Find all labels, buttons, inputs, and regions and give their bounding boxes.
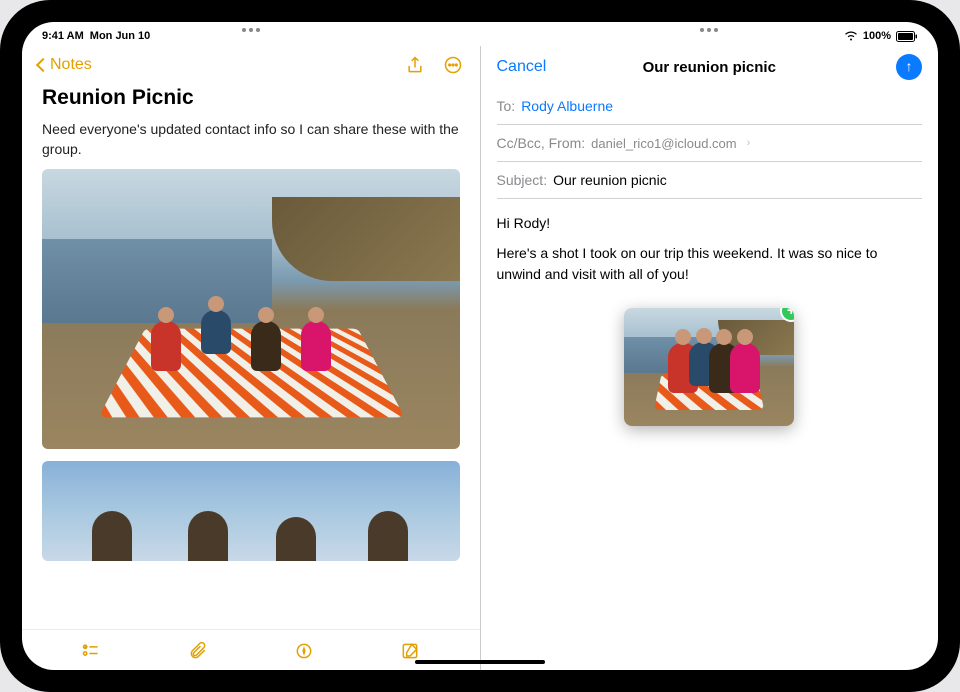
from-email: daniel_rico1@icloud.com	[591, 136, 736, 151]
checklist-button[interactable]	[80, 640, 102, 662]
notes-toolbar	[22, 629, 480, 670]
note-title: Reunion Picnic	[42, 86, 460, 110]
mail-fields: To: Rody Albuerne Cc/Bcc, From: daniel_r…	[481, 88, 939, 199]
share-button[interactable]	[404, 54, 426, 76]
back-label: Notes	[50, 56, 92, 74]
home-indicator[interactable]	[415, 660, 545, 664]
battery-percent: 100%	[863, 30, 891, 42]
mail-title: Our reunion picnic	[643, 59, 776, 76]
chevron-left-icon	[36, 58, 50, 72]
subject-field[interactable]: Subject: Our reunion picnic	[497, 162, 923, 199]
markup-button[interactable]	[293, 640, 315, 662]
ccbcc-label: Cc/Bcc, From:	[497, 135, 586, 151]
multitask-control-right[interactable]	[700, 28, 718, 32]
to-label: To:	[497, 98, 516, 114]
to-recipient[interactable]: Rody Albuerne	[521, 98, 613, 114]
multitask-control-left[interactable]	[242, 28, 260, 32]
note-image-1[interactable]	[42, 169, 460, 449]
battery-icon	[896, 31, 918, 42]
mail-header: Cancel Our reunion picnic ↑	[481, 46, 939, 88]
subject-label: Subject:	[497, 172, 548, 188]
note-image-2[interactable]	[42, 461, 460, 561]
to-field[interactable]: To: Rody Albuerne	[497, 88, 923, 125]
mail-greeting: Hi Rody!	[497, 213, 923, 233]
mail-body[interactable]: Hi Rody! Here's a shot I took on our tri…	[481, 199, 939, 440]
chevron-right-icon: ›	[747, 137, 751, 149]
back-button[interactable]: Notes	[38, 56, 92, 74]
attachment-button[interactable]	[187, 640, 209, 662]
cancel-button[interactable]: Cancel	[497, 58, 547, 76]
arrow-up-icon: ↑	[906, 58, 913, 74]
notes-header: Notes	[22, 46, 480, 80]
ccbcc-from-field[interactable]: Cc/Bcc, From: daniel_rico1@icloud.com ›	[497, 125, 923, 162]
mail-app-pane: Cancel Our reunion picnic ↑ To: Rody Alb…	[481, 46, 939, 670]
screen: 9:41 AM Mon Jun 10 100%	[22, 22, 938, 670]
wifi-icon	[844, 31, 858, 41]
dragged-attachment-image[interactable]: +	[624, 308, 794, 426]
status-bar: 9:41 AM Mon Jun 10 100%	[22, 26, 938, 46]
mail-text: Here's a shot I took on our trip this we…	[497, 243, 923, 284]
status-time: 9:41 AM	[42, 30, 84, 42]
status-date: Mon Jun 10	[90, 30, 151, 42]
ipad-frame: 9:41 AM Mon Jun 10 100%	[0, 0, 960, 692]
more-button[interactable]	[442, 54, 464, 76]
subject-value: Our reunion picnic	[553, 172, 667, 188]
note-content[interactable]: Reunion Picnic Need everyone's updated c…	[22, 80, 480, 629]
send-button[interactable]: ↑	[896, 54, 922, 80]
compose-button[interactable]	[399, 640, 421, 662]
notes-app-pane: Notes Reunion Picnic Need everyone's upd…	[22, 46, 481, 670]
note-body: Need everyone's updated contact info so …	[42, 120, 460, 159]
split-view: Notes Reunion Picnic Need everyone's upd…	[22, 22, 938, 670]
